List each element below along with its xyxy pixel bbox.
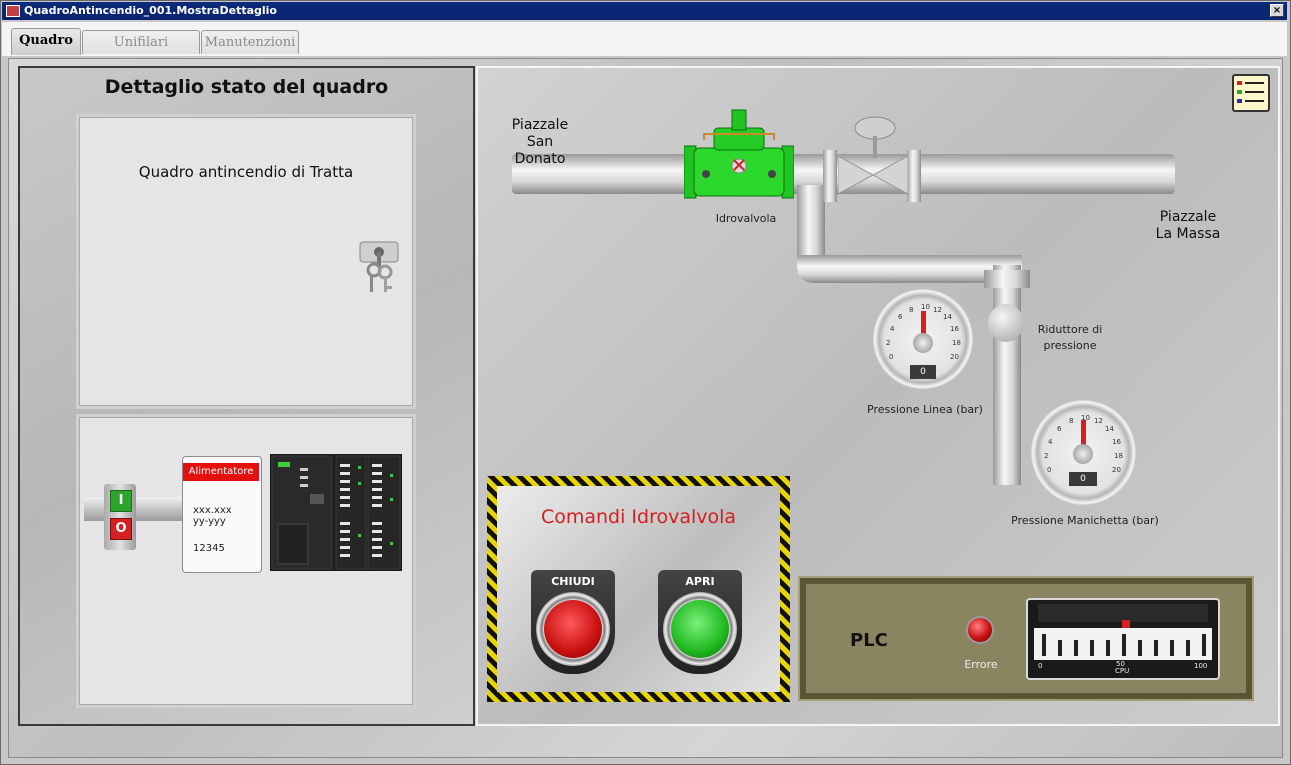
plc-label: PLC [850, 630, 888, 651]
gauge-tick: 12 [933, 306, 942, 314]
gauge-tick: 20 [950, 353, 959, 361]
gauge-tick: 8 [1069, 417, 1074, 425]
gauge-tick: 18 [952, 339, 961, 347]
quadro-name: Quadro antincendio di Tratta [138, 163, 354, 181]
close-valve-button[interactable] [536, 592, 610, 666]
idrovalvola-valve[interactable] [683, 108, 795, 200]
gauge-tick: 0 [1047, 466, 1052, 474]
gauge-tick: 10 [921, 303, 930, 311]
close-valve-core [544, 600, 602, 658]
cpu-scale-tick [1170, 640, 1174, 656]
destination-label: Piazzale La Massa [1148, 209, 1228, 243]
gauge-tick: 18 [1114, 452, 1123, 460]
plc-error-indicator[interactable] [966, 616, 994, 644]
destination-label-line1: Piazzale [1159, 209, 1217, 225]
origin-label-line1: Piazzale [511, 117, 569, 133]
gauge-tick: 0 [889, 353, 894, 361]
gate-valve-handwheel [852, 116, 898, 158]
commands-title: Comandi Idrovalvola [540, 506, 737, 528]
gauge-tick: 4 [890, 325, 895, 333]
pipe-flange [823, 150, 837, 202]
hose-pressure-readout: 0 [1069, 472, 1097, 486]
cpu-load-meter: 0 50 CPU 100 [1026, 598, 1220, 680]
cpu-scale-tick [1202, 634, 1206, 656]
plc-error-label: Errore [964, 658, 998, 671]
tab-quadro[interactable]: Quadro [11, 28, 81, 55]
switch-off-button[interactable]: O [110, 518, 132, 540]
power-supply-header: Alimentatore [183, 463, 259, 481]
power-supply-line2: yy-yyy [193, 516, 226, 527]
gauge-tick: 6 [1057, 425, 1062, 433]
gauge-tick: 16 [1112, 438, 1121, 446]
close-button[interactable]: × [1270, 4, 1284, 17]
cpu-scale-tick [1042, 634, 1046, 656]
gauge-tick: 16 [950, 325, 959, 333]
cpu-scale-tick [1138, 640, 1142, 656]
destination-label-line2: La Massa [1155, 226, 1221, 242]
cpu-meter-marker [1122, 620, 1130, 628]
reducer-pipe-vertical [993, 265, 1021, 485]
cpu-scale-ticks [1042, 634, 1206, 656]
tab-strip: Quadro Unifilari Manutenzioni [2, 22, 1287, 56]
power-supply-line3: 12345 [193, 543, 225, 554]
legend-list-icon[interactable] [1232, 74, 1270, 112]
cpu-scale-tick [1106, 640, 1110, 656]
tab-unifilari[interactable]: Unifilari [82, 30, 200, 54]
gauge-tick: 4 [1048, 438, 1053, 446]
reducer-fitting [984, 270, 1030, 288]
valve-label: Idrovalvola [715, 212, 777, 225]
open-valve-label: APRI [685, 575, 715, 588]
line-pressure-readout: 0 [910, 365, 936, 379]
pipe-flange [907, 150, 921, 202]
switch-on-button[interactable]: I [110, 490, 132, 512]
origin-label: Piazzale San Donato [500, 117, 580, 168]
gauge-tick: 2 [1044, 452, 1049, 460]
cpu-scale-tick [1154, 640, 1158, 656]
gauge-tick: 10 [1081, 414, 1090, 422]
cpu-meter-scale [1034, 628, 1212, 660]
gauge-tick: 2 [886, 339, 891, 347]
title-bar: QuadroAntincendio_001.MostraDettaglio × [2, 2, 1287, 20]
gauge-tick: 12 [1094, 417, 1103, 425]
reducer-label: Riduttore di pressione [1030, 322, 1110, 354]
line-pressure-label: Pressione Linea (bar) [867, 403, 983, 416]
hose-pressure-label: Pressione Manichetta (bar) [1011, 514, 1159, 527]
gauge-tick: 6 [898, 313, 903, 321]
gauge-tick: 20 [1112, 466, 1121, 474]
panel-heading: Dettaglio stato del quadro [104, 76, 389, 98]
line-pressure-gauge: 0 0 2 4 6 8 10 12 14 16 18 20 [873, 289, 973, 389]
cpu-scale-tick [1122, 634, 1126, 656]
gate-valve [837, 152, 909, 198]
open-valve-core [671, 600, 729, 658]
window-title: QuadroAntincendio_001.MostraDettaglio [24, 4, 277, 17]
gauge-hub [1073, 444, 1093, 464]
keys-icon[interactable] [358, 240, 400, 296]
cpu-scale-max: 100 [1194, 662, 1208, 670]
open-valve-button[interactable] [663, 592, 737, 666]
cpu-label: CPU [1115, 667, 1130, 675]
cpu-scale-tick [1186, 640, 1190, 656]
cpu-scale-tick [1090, 640, 1094, 656]
plc-rack-image [270, 454, 402, 571]
gauge-tick: 8 [909, 306, 914, 314]
gauge-tick: 14 [943, 313, 952, 321]
cpu-scale-min: 0 [1038, 662, 1043, 670]
power-supply-line1: xxx.xxx [193, 505, 232, 516]
cpu-scale-tick [1074, 640, 1078, 656]
hose-pressure-gauge: 0 0 2 4 6 8 10 12 14 16 18 20 [1031, 400, 1136, 505]
gauge-tick: 14 [1105, 425, 1114, 433]
gauge-hub [913, 333, 933, 353]
tab-manutenzioni[interactable]: Manutenzioni [201, 30, 299, 54]
cpu-scale-tick [1058, 640, 1062, 656]
pressure-reducer [988, 304, 1024, 342]
close-valve-label: CHIUDI [551, 575, 595, 588]
origin-label-line2: San Donato [514, 134, 566, 167]
app-icon [6, 5, 20, 17]
reducer-label-line1: Riduttore di [1037, 323, 1103, 336]
reducer-label-line2: pressione [1043, 339, 1097, 352]
